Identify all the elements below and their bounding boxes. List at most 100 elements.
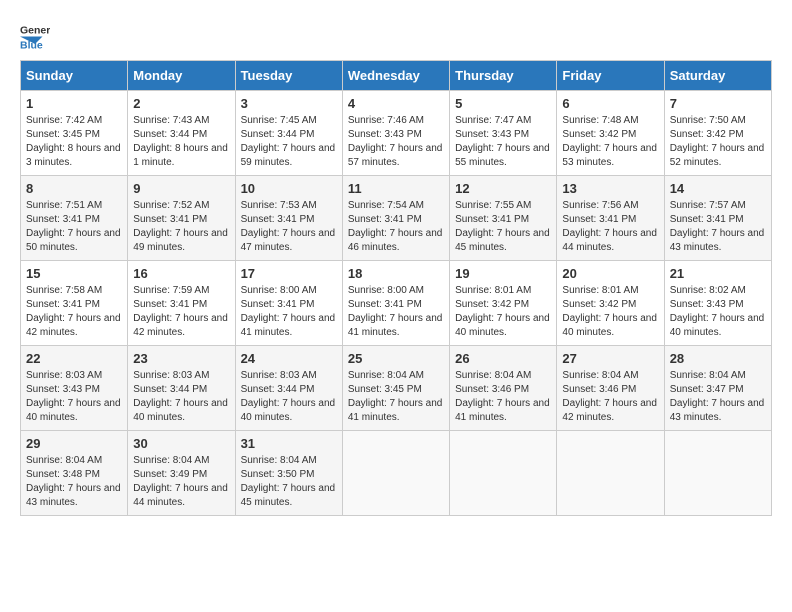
daylight: Daylight: 7 hours and 47 minutes. <box>241 228 336 253</box>
day-number: 11 <box>348 181 444 196</box>
sunset: Sunset: 3:46 PM <box>455 384 529 395</box>
daylight: Daylight: 8 hours and 1 minute. <box>133 143 228 168</box>
sunrise: Sunrise: 7:43 AM <box>133 115 209 126</box>
sunrise: Sunrise: 7:52 AM <box>133 200 209 211</box>
day-of-week-header: Sunday <box>21 61 128 91</box>
sunrise: Sunrise: 8:02 AM <box>670 285 746 296</box>
calendar-day-cell: 20 Sunrise: 8:01 AM Sunset: 3:42 PM Dayl… <box>557 261 664 346</box>
daylight: Daylight: 7 hours and 43 minutes. <box>670 398 765 423</box>
sunset: Sunset: 3:41 PM <box>562 214 636 225</box>
day-info: Sunrise: 8:04 AM Sunset: 3:48 PM Dayligh… <box>26 454 122 510</box>
calendar-day-cell: 3 Sunrise: 7:45 AM Sunset: 3:44 PM Dayli… <box>235 91 342 176</box>
calendar-day-cell: 18 Sunrise: 8:00 AM Sunset: 3:41 PM Dayl… <box>342 261 449 346</box>
calendar-week-row: 22 Sunrise: 8:03 AM Sunset: 3:43 PM Dayl… <box>21 346 772 431</box>
sunrise: Sunrise: 7:50 AM <box>670 115 746 126</box>
sunrise: Sunrise: 8:04 AM <box>670 370 746 381</box>
day-number: 13 <box>562 181 658 196</box>
sunset: Sunset: 3:43 PM <box>455 129 529 140</box>
calendar-day-cell: 15 Sunrise: 7:58 AM Sunset: 3:41 PM Dayl… <box>21 261 128 346</box>
calendar-day-cell: 30 Sunrise: 8:04 AM Sunset: 3:49 PM Dayl… <box>128 431 235 516</box>
day-number: 31 <box>241 436 337 451</box>
day-info: Sunrise: 8:01 AM Sunset: 3:42 PM Dayligh… <box>455 284 551 340</box>
calendar-day-cell: 28 Sunrise: 8:04 AM Sunset: 3:47 PM Dayl… <box>664 346 771 431</box>
calendar-table: SundayMondayTuesdayWednesdayThursdayFrid… <box>20 60 772 516</box>
day-info: Sunrise: 7:43 AM Sunset: 3:44 PM Dayligh… <box>133 114 229 170</box>
sunrise: Sunrise: 8:04 AM <box>562 370 638 381</box>
day-number: 12 <box>455 181 551 196</box>
sunset: Sunset: 3:43 PM <box>348 129 422 140</box>
calendar-day-cell: 27 Sunrise: 8:04 AM Sunset: 3:46 PM Dayl… <box>557 346 664 431</box>
calendar-day-cell: 5 Sunrise: 7:47 AM Sunset: 3:43 PM Dayli… <box>450 91 557 176</box>
day-number: 7 <box>670 96 766 111</box>
day-of-week-header: Tuesday <box>235 61 342 91</box>
day-info: Sunrise: 8:02 AM Sunset: 3:43 PM Dayligh… <box>670 284 766 340</box>
day-info: Sunrise: 8:04 AM Sunset: 3:46 PM Dayligh… <box>455 369 551 425</box>
day-info: Sunrise: 8:01 AM Sunset: 3:42 PM Dayligh… <box>562 284 658 340</box>
day-info: Sunrise: 8:04 AM Sunset: 3:45 PM Dayligh… <box>348 369 444 425</box>
day-number: 19 <box>455 266 551 281</box>
calendar-day-cell: 17 Sunrise: 8:00 AM Sunset: 3:41 PM Dayl… <box>235 261 342 346</box>
day-info: Sunrise: 8:04 AM Sunset: 3:49 PM Dayligh… <box>133 454 229 510</box>
calendar-day-cell: 1 Sunrise: 7:42 AM Sunset: 3:45 PM Dayli… <box>21 91 128 176</box>
calendar-day-cell: 31 Sunrise: 8:04 AM Sunset: 3:50 PM Dayl… <box>235 431 342 516</box>
day-info: Sunrise: 7:48 AM Sunset: 3:42 PM Dayligh… <box>562 114 658 170</box>
sunset: Sunset: 3:50 PM <box>241 469 315 480</box>
calendar-week-row: 1 Sunrise: 7:42 AM Sunset: 3:45 PM Dayli… <box>21 91 772 176</box>
day-of-week-header: Thursday <box>450 61 557 91</box>
sunset: Sunset: 3:43 PM <box>670 299 744 310</box>
daylight: Daylight: 7 hours and 41 minutes. <box>348 398 443 423</box>
calendar-header-row: SundayMondayTuesdayWednesdayThursdayFrid… <box>21 61 772 91</box>
day-number: 30 <box>133 436 229 451</box>
daylight: Daylight: 7 hours and 43 minutes. <box>26 483 121 508</box>
page-header: General Blue <box>20 20 772 50</box>
sunrise: Sunrise: 8:04 AM <box>133 455 209 466</box>
sunset: Sunset: 3:44 PM <box>133 384 207 395</box>
day-number: 20 <box>562 266 658 281</box>
daylight: Daylight: 7 hours and 40 minutes. <box>455 313 550 338</box>
calendar-day-cell: 24 Sunrise: 8:03 AM Sunset: 3:44 PM Dayl… <box>235 346 342 431</box>
calendar-day-cell: 2 Sunrise: 7:43 AM Sunset: 3:44 PM Dayli… <box>128 91 235 176</box>
day-number: 8 <box>26 181 122 196</box>
daylight: Daylight: 8 hours and 3 minutes. <box>26 143 121 168</box>
sunset: Sunset: 3:41 PM <box>26 299 100 310</box>
sunrise: Sunrise: 7:58 AM <box>26 285 102 296</box>
sunset: Sunset: 3:41 PM <box>133 299 207 310</box>
day-number: 29 <box>26 436 122 451</box>
day-info: Sunrise: 8:04 AM Sunset: 3:46 PM Dayligh… <box>562 369 658 425</box>
sunrise: Sunrise: 7:46 AM <box>348 115 424 126</box>
day-info: Sunrise: 8:00 AM Sunset: 3:41 PM Dayligh… <box>348 284 444 340</box>
day-number: 15 <box>26 266 122 281</box>
day-info: Sunrise: 7:58 AM Sunset: 3:41 PM Dayligh… <box>26 284 122 340</box>
daylight: Daylight: 7 hours and 46 minutes. <box>348 228 443 253</box>
daylight: Daylight: 7 hours and 41 minutes. <box>348 313 443 338</box>
sunset: Sunset: 3:42 PM <box>562 299 636 310</box>
daylight: Daylight: 7 hours and 40 minutes. <box>562 313 657 338</box>
sunset: Sunset: 3:44 PM <box>241 384 315 395</box>
sunset: Sunset: 3:42 PM <box>455 299 529 310</box>
sunrise: Sunrise: 7:59 AM <box>133 285 209 296</box>
day-number: 14 <box>670 181 766 196</box>
day-info: Sunrise: 7:42 AM Sunset: 3:45 PM Dayligh… <box>26 114 122 170</box>
sunset: Sunset: 3:41 PM <box>455 214 529 225</box>
daylight: Daylight: 7 hours and 55 minutes. <box>455 143 550 168</box>
day-of-week-header: Monday <box>128 61 235 91</box>
sunrise: Sunrise: 8:04 AM <box>241 455 317 466</box>
sunrise: Sunrise: 7:55 AM <box>455 200 531 211</box>
sunrise: Sunrise: 8:03 AM <box>133 370 209 381</box>
sunset: Sunset: 3:48 PM <box>26 469 100 480</box>
daylight: Daylight: 7 hours and 41 minutes. <box>455 398 550 423</box>
sunrise: Sunrise: 8:00 AM <box>348 285 424 296</box>
day-info: Sunrise: 8:03 AM Sunset: 3:44 PM Dayligh… <box>133 369 229 425</box>
day-of-week-header: Saturday <box>664 61 771 91</box>
calendar-day-cell: 6 Sunrise: 7:48 AM Sunset: 3:42 PM Dayli… <box>557 91 664 176</box>
day-info: Sunrise: 8:00 AM Sunset: 3:41 PM Dayligh… <box>241 284 337 340</box>
day-number: 10 <box>241 181 337 196</box>
calendar-day-cell: 21 Sunrise: 8:02 AM Sunset: 3:43 PM Dayl… <box>664 261 771 346</box>
sunset: Sunset: 3:44 PM <box>241 129 315 140</box>
daylight: Daylight: 7 hours and 49 minutes. <box>133 228 228 253</box>
day-number: 17 <box>241 266 337 281</box>
day-info: Sunrise: 7:45 AM Sunset: 3:44 PM Dayligh… <box>241 114 337 170</box>
sunrise: Sunrise: 7:48 AM <box>562 115 638 126</box>
day-info: Sunrise: 7:55 AM Sunset: 3:41 PM Dayligh… <box>455 199 551 255</box>
day-info: Sunrise: 7:50 AM Sunset: 3:42 PM Dayligh… <box>670 114 766 170</box>
